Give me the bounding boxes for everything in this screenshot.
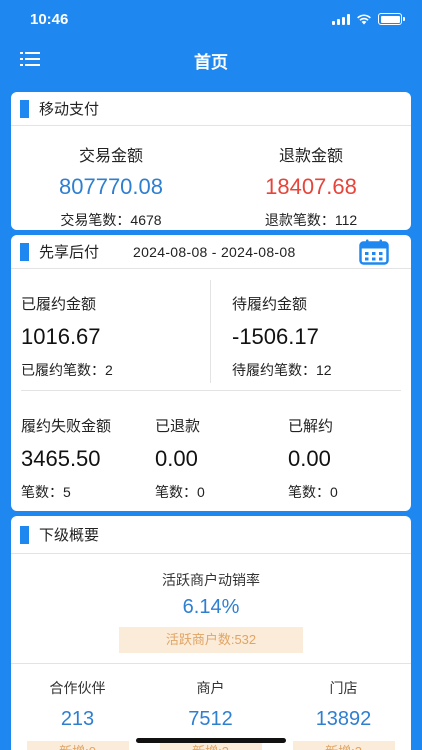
- row-divider: [21, 390, 401, 391]
- bnpl-card: 先享后付 2024-08-08 - 2024-08-08 已履约金额 1016.…: [11, 235, 411, 511]
- cancelled-count-value: 0: [330, 484, 338, 500]
- page-title: 首页: [194, 53, 228, 72]
- cancelled-count: 笔数：0: [288, 482, 338, 502]
- cellular-signal-icon: [332, 13, 350, 25]
- section-title: 移动支付: [39, 101, 100, 118]
- bnpl-header: 先享后付 2024-08-08 - 2024-08-08: [11, 235, 411, 269]
- partners-stat[interactable]: 合作伙伴 213 新增:0: [11, 678, 144, 750]
- fulfilled-count: 已履约笔数：2: [21, 360, 113, 380]
- pending-value: -1506.17: [232, 324, 319, 349]
- wifi-icon: [357, 14, 371, 25]
- refund-column: 退款金额 18407.68 退款笔数：112: [211, 142, 411, 230]
- fulfilled-value: 1016.67: [21, 324, 101, 349]
- fulfilled-metric: 已履约金额 1016.67 已履约笔数：2: [21, 293, 113, 380]
- refund-count-label: 退款笔数：: [264, 212, 335, 228]
- fulfilled-count-value: 2: [105, 362, 113, 378]
- trade-count-value: 4678: [130, 212, 162, 228]
- failed-count-value: 5: [63, 484, 71, 500]
- stores-value: 13892: [315, 708, 372, 730]
- merchants-label: 商户: [196, 680, 225, 696]
- partners-new-badge: 新增:0: [26, 741, 129, 750]
- trade-column: 交易金额 807770.08 交易笔数：4678: [11, 142, 211, 230]
- trade-amount-label: 交易金额: [78, 148, 143, 165]
- merchants-value: 7512: [188, 708, 233, 730]
- failed-count: 笔数：5: [21, 482, 111, 502]
- pending-count: 待履约笔数：12: [232, 360, 332, 380]
- home-indicator[interactable]: [136, 738, 286, 743]
- section-marker: [20, 99, 29, 118]
- pending-count-label: 待履约笔数：: [232, 362, 316, 378]
- battery-icon: [378, 13, 405, 25]
- stores-label: 门店: [329, 680, 358, 696]
- mobile-pay-card: 移动支付 交易金额 807770.08 交易笔数：4678 退款金额 18407…: [11, 92, 411, 230]
- cancelled-metric: 已解约 0.00 笔数：0: [288, 415, 338, 502]
- pending-label: 待履约金额: [232, 296, 308, 313]
- active-merchants-badge: 活跃商户数:532: [119, 627, 303, 653]
- section-marker: [20, 525, 29, 544]
- calendar-icon[interactable]: [359, 239, 389, 265]
- cancelled-count-label: 笔数：: [288, 484, 330, 500]
- active-rate-label: 活跃商户动销率: [162, 572, 260, 588]
- stores-new-badge: 新增:2: [292, 741, 395, 750]
- trade-count-label: 交易笔数：: [60, 212, 131, 228]
- mobile-pay-header: 移动支付: [11, 92, 411, 126]
- trade-amount-value: 807770.08: [59, 174, 163, 199]
- active-rate-value: 6.14%: [182, 596, 240, 618]
- status-icons: [332, 13, 405, 25]
- column-divider: [210, 280, 211, 383]
- trade-count: 交易笔数：4678: [11, 210, 211, 230]
- section-marker: [20, 242, 29, 261]
- cancelled-value: 0.00: [288, 446, 331, 471]
- partners-value: 213: [60, 708, 95, 730]
- refunded-count: 笔数：0: [155, 482, 205, 502]
- date-range[interactable]: 2024-08-08 - 2024-08-08: [133, 244, 296, 260]
- refunded-label: 已退款: [155, 418, 201, 435]
- partners-label: 合作伙伴: [49, 680, 106, 696]
- status-bar: 10:46: [0, 0, 422, 40]
- subordinate-card: 下级概要 活跃商户动销率 6.14% 活跃商户数:532 合作伙伴 213 新增…: [11, 516, 411, 750]
- refunded-metric: 已退款 0.00 笔数：0: [155, 415, 205, 502]
- refunded-value: 0.00: [155, 446, 198, 471]
- refund-count: 退款笔数：112: [211, 210, 411, 230]
- refunded-count-label: 笔数：: [155, 484, 197, 500]
- failed-metric: 履约失败金额 3465.50 笔数：5: [21, 415, 111, 502]
- pending-metric: 待履约金额 -1506.17 待履约笔数：12: [232, 293, 332, 380]
- failed-value: 3465.50: [21, 446, 101, 471]
- failed-label: 履约失败金额: [21, 418, 112, 435]
- fulfilled-count-label: 已履约笔数：: [21, 362, 105, 378]
- subordinate-header: 下级概要: [11, 516, 411, 554]
- section-title: 先享后付: [39, 244, 100, 261]
- nav-bar: 首页: [0, 40, 422, 80]
- failed-count-label: 笔数：: [21, 484, 63, 500]
- stores-stat[interactable]: 门店 13892 新增:2: [277, 678, 410, 750]
- status-time: 10:46: [30, 11, 69, 28]
- refund-amount-value: 18407.68: [265, 174, 357, 199]
- refund-amount-label: 退款金额: [278, 148, 343, 165]
- fulfilled-label: 已履约金额: [21, 296, 97, 313]
- refunded-count-value: 0: [197, 484, 205, 500]
- cancelled-label: 已解约: [288, 418, 334, 435]
- refund-count-value: 112: [334, 212, 358, 228]
- pending-count-value: 12: [316, 362, 332, 378]
- section-title: 下级概要: [39, 527, 100, 544]
- row-divider: [11, 663, 411, 664]
